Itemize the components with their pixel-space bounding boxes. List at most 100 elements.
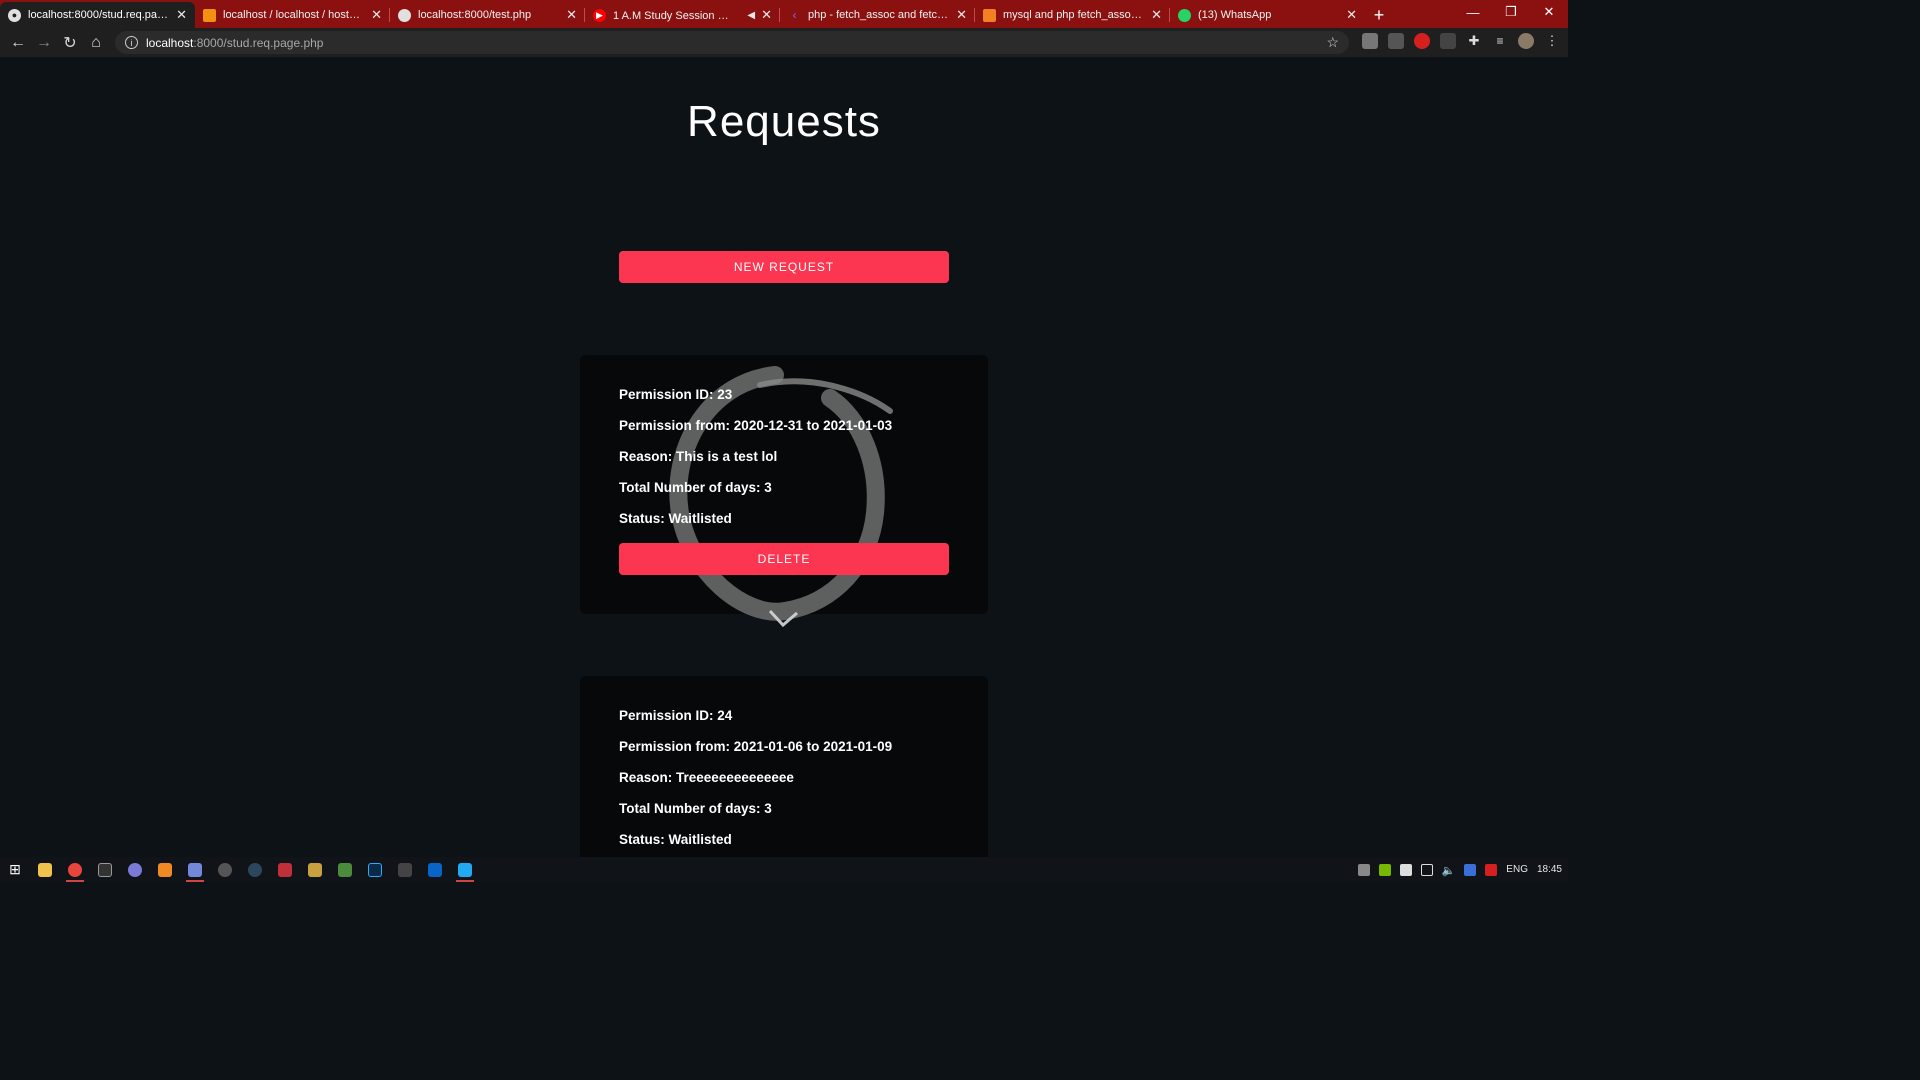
total-days-line: Total Number of days: 3: [619, 479, 892, 510]
tray-icon[interactable]: [1464, 863, 1477, 876]
tab-title: localhost / localhost / hostel / pe: [223, 9, 366, 21]
file-explorer-icon[interactable]: [30, 857, 60, 882]
bookmark-star-icon[interactable]: ☆: [1326, 34, 1339, 51]
nvidia-icon[interactable]: [1378, 863, 1391, 876]
reason-line: Reason: This is a test lol: [619, 448, 892, 479]
reason-label: Reason:: [619, 449, 673, 464]
status-value: Waitlisted: [668, 511, 732, 526]
tab-title: (13) WhatsApp: [1198, 9, 1272, 21]
new-tab-button[interactable]: +: [1365, 2, 1393, 28]
permission-id-label: Permission ID:: [619, 387, 714, 402]
extension-icon[interactable]: [1440, 33, 1456, 49]
language-indicator[interactable]: ENG: [1506, 864, 1528, 875]
minimize-button[interactable]: —: [1454, 0, 1492, 24]
tab-2[interactable]: localhost:8000/test.php ✕: [390, 2, 585, 28]
close-window-button[interactable]: ✕: [1530, 0, 1568, 24]
reason-value: Treeeeeeeeeeeeee: [676, 770, 794, 785]
media-icon[interactable]: ≡: [1492, 33, 1508, 49]
address-bar[interactable]: i localhost:8000/stud.req.page.php ☆: [115, 31, 1349, 54]
sublime-icon[interactable]: [150, 857, 180, 882]
tab-3[interactable]: ▶ 1 A.M Study Session 📚 - [lo ◀ ✕: [585, 2, 780, 28]
reload-icon[interactable]: ↻: [57, 30, 83, 56]
tray-icon[interactable]: [1485, 863, 1498, 876]
tab-6[interactable]: (13) WhatsApp ✕: [1170, 2, 1365, 28]
total-days-label: Total Number of days:: [619, 480, 761, 495]
browser-tab-bar: ● localhost:8000/stud.req.page.php ✕ loc…: [0, 0, 1568, 28]
restore-button[interactable]: ❐: [1492, 0, 1530, 24]
extension-icon[interactable]: [1388, 33, 1404, 49]
new-request-button[interactable]: NEW REQUEST: [619, 251, 949, 283]
extensions-area: ✚ ≡ ⋮: [1362, 33, 1560, 49]
vscode-icon[interactable]: [450, 857, 480, 882]
permission-id-value: 23: [717, 387, 733, 402]
app-icon[interactable]: [390, 857, 420, 882]
close-tab-icon[interactable]: ✕: [566, 7, 577, 23]
app-icon[interactable]: [270, 857, 300, 882]
tab-5[interactable]: mysql and php fetch_assoc() not ✕: [975, 2, 1170, 28]
close-tab-icon[interactable]: ✕: [371, 7, 382, 23]
photoshop-icon[interactable]: [360, 857, 390, 882]
mute-icon[interactable]: ◀: [747, 10, 755, 21]
window-controls: — ❐ ✕: [1454, 0, 1568, 24]
app-icon[interactable]: [330, 857, 360, 882]
phpmyadmin-icon: [203, 8, 216, 22]
permission-id-label: Permission ID:: [619, 708, 714, 723]
start-icon[interactable]: ⊞: [0, 857, 30, 882]
permission-from-line: Permission from: 2021-01-06 to 2021-01-0…: [619, 738, 892, 769]
reason-label: Reason:: [619, 770, 673, 785]
terminal-icon[interactable]: [90, 857, 120, 882]
tab-title: php - fetch_assoc and fetch_obje: [808, 9, 950, 21]
whatsapp-icon: [1178, 8, 1191, 22]
permission-from-value: 2021-01-06 to 2021-01-09: [733, 739, 893, 754]
app-icon[interactable]: [300, 857, 330, 882]
globe-icon: ●: [8, 8, 21, 22]
url-path: :8000/stud.req.page.php: [193, 35, 324, 50]
steam-icon[interactable]: [240, 857, 270, 882]
permission-from-label: Permission from:: [619, 739, 731, 754]
close-tab-icon[interactable]: ✕: [761, 7, 772, 23]
discord-tray-icon[interactable]: [1399, 863, 1412, 876]
close-tab-icon[interactable]: ✕: [176, 7, 187, 23]
chrome-icon[interactable]: [60, 857, 90, 882]
volume-icon[interactable]: 🔈: [1442, 864, 1456, 877]
tab-1[interactable]: localhost / localhost / hostel / pe ✕: [195, 2, 390, 28]
extension-icon[interactable]: [1362, 33, 1378, 49]
discord-icon[interactable]: [180, 857, 210, 882]
permission-from-label: Permission from:: [619, 418, 731, 433]
page-content: Requests NEW REQUEST Permission ID: 23 P…: [0, 57, 1568, 857]
adblock-icon[interactable]: [1414, 33, 1430, 49]
status-line: Status: Waitlisted: [619, 510, 892, 541]
site-info-icon[interactable]: i: [125, 36, 138, 49]
app-icon[interactable]: [210, 857, 240, 882]
outlook-icon[interactable]: [420, 857, 450, 882]
home-icon[interactable]: ⌂: [83, 30, 109, 56]
close-tab-icon[interactable]: ✕: [1346, 7, 1357, 23]
menu-icon[interactable]: ⋮: [1544, 33, 1560, 49]
url-host: localhost: [146, 35, 194, 50]
tab-0[interactable]: ● localhost:8000/stud.req.page.php ✕: [0, 2, 195, 28]
avatar[interactable]: [1518, 33, 1534, 49]
tray-icon[interactable]: [1357, 863, 1370, 876]
tab-4[interactable]: ‹ php - fetch_assoc and fetch_obje ✕: [780, 2, 975, 28]
network-icon[interactable]: [1420, 863, 1433, 876]
close-tab-icon[interactable]: ✕: [956, 7, 967, 23]
request-card: Permission ID: 24 Permission from: 2021-…: [580, 676, 988, 857]
youtube-icon: ▶: [593, 8, 606, 22]
back-icon[interactable]: ←: [5, 30, 31, 56]
status-value: Waitlisted: [668, 832, 732, 847]
forward-icon[interactable]: →: [31, 30, 57, 56]
puzzle-icon[interactable]: ✚: [1466, 33, 1482, 49]
clock[interactable]: 18:45: [1537, 864, 1562, 875]
app-icon[interactable]: [120, 857, 150, 882]
permission-from-value: 2020-12-31 to 2021-01-03: [733, 418, 893, 433]
permission-id-line: Permission ID: 23: [619, 386, 892, 417]
permission-id-line: Permission ID: 24: [619, 707, 892, 738]
windows-taskbar: ⊞ 🔈 ENG 18:45: [0, 857, 1568, 882]
tab-title: 1 A.M Study Session 📚 - [lo: [613, 9, 742, 22]
permission-id-value: 24: [717, 708, 733, 723]
close-tab-icon[interactable]: ✕: [1151, 7, 1162, 23]
status-line: Status: Waitlisted: [619, 831, 892, 857]
page-title: Requests: [687, 97, 881, 146]
tab-title: localhost:8000/test.php: [418, 9, 532, 21]
delete-button[interactable]: DELETE: [619, 543, 949, 575]
